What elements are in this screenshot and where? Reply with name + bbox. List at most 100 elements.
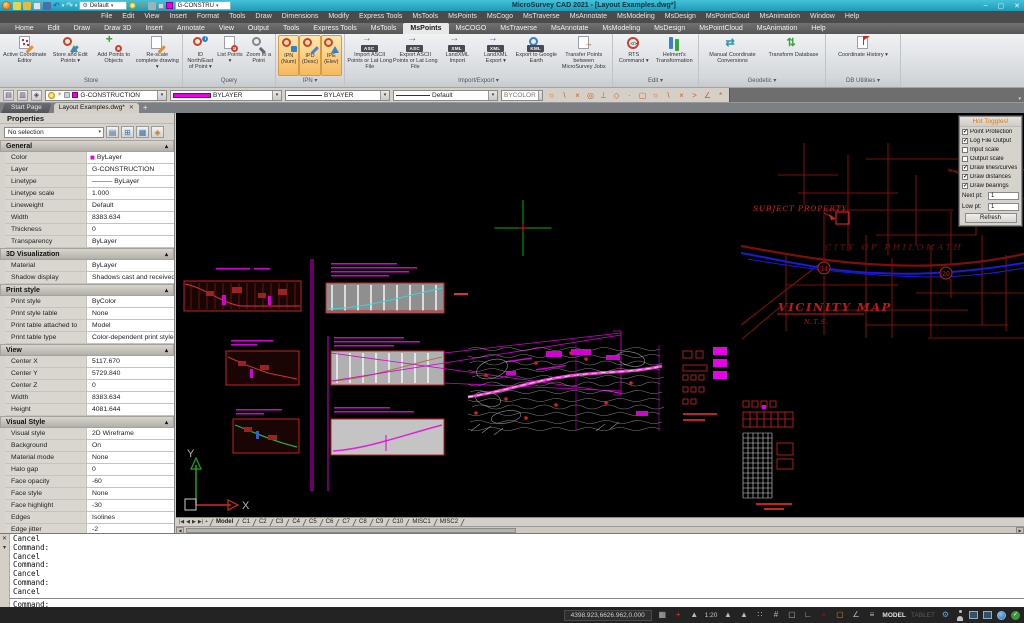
ribbon-tab[interactable]: MsAnnotate	[544, 23, 595, 34]
ribbon-tab[interactable]: Draw 3D	[97, 23, 138, 34]
checkbox[interactable]: ✓	[962, 137, 968, 144]
sun-icon[interactable]: ☀	[138, 1, 145, 10]
tripod-icon[interactable]: ▲	[722, 609, 733, 621]
ipd-desc-button[interactable]: IPD (Desc)	[299, 35, 321, 76]
collapse-icon[interactable]: ▴	[165, 419, 168, 426]
angle-icon[interactable]: ∠	[850, 609, 861, 621]
collapse-icon[interactable]: ▴	[165, 287, 168, 294]
property-row[interactable]: Print style table None	[5, 308, 174, 320]
landxml-export-button[interactable]: → XML LandXML Export ▾	[477, 34, 515, 76]
zoom-to-point-button[interactable]: Zoom to a Point	[245, 35, 273, 76]
checkbox[interactable]	[962, 146, 968, 153]
menu-item[interactable]: Express Tools	[354, 11, 407, 23]
layer-thaw-icon[interactable]: ☀	[57, 92, 62, 98]
property-row[interactable]: Print table type Color-dependent print s…	[5, 332, 174, 344]
group-label-edit[interactable]: Edit ▾	[613, 76, 698, 87]
add-layout-icon[interactable]: +	[205, 518, 208, 526]
lock-icon[interactable]	[157, 2, 164, 9]
layer-manager-icon[interactable]: ▤	[3, 89, 14, 101]
model-space-toggle[interactable]: MODEL	[882, 612, 905, 619]
property-row[interactable]: Background On	[5, 440, 174, 452]
chevron-down-icon[interactable]: ▾	[272, 90, 281, 100]
list-points-button[interactable]: List Points ▾	[216, 35, 244, 76]
toggle-item[interactable]: ✓ Draw bearings	[960, 181, 1021, 190]
scale-readout[interactable]: 1:20	[705, 612, 718, 619]
transfer-points-button[interactable]: → Transfer Points between MicroSurvey Jo…	[558, 35, 610, 76]
snap-perpendicular-icon[interactable]: ⊥	[598, 90, 609, 101]
manual-coordinate-conversions-button[interactable]: ⇄ Manual Coordinate Conversions	[703, 35, 763, 76]
command-history[interactable]: Cancel Command: Cancel Command: Cancel C…	[10, 534, 1024, 598]
chevron-down-icon[interactable]: ▾	[157, 90, 166, 100]
menu-item[interactable]: MsPointCloud	[701, 11, 755, 23]
menu-item[interactable]: Dimensions	[277, 11, 324, 23]
property-row[interactable]: Print style ByColor	[5, 296, 174, 308]
checkbox[interactable]: ✓	[962, 164, 968, 171]
status-ok-icon[interactable]: ✓	[1011, 610, 1020, 620]
close-button[interactable]: ✕	[1014, 2, 1020, 10]
last-tab-icon[interactable]: ▶|	[198, 518, 203, 526]
checkbox[interactable]: ✓	[962, 182, 968, 189]
property-row[interactable]: Width 8383.634	[5, 212, 174, 224]
maximize-button[interactable]: ▢	[998, 2, 1005, 10]
low-point-input[interactable]: 1	[988, 202, 1019, 211]
tripod-add-icon[interactable]: ▲	[738, 609, 749, 621]
id-north-east-button[interactable]: i ID North/East of Point ▾	[185, 35, 215, 76]
menu-item[interactable]: Edit	[117, 11, 139, 23]
toggle-item[interactable]: Output scale	[960, 154, 1021, 163]
section-header[interactable]: General ▴	[0, 140, 174, 152]
chevron-down-icon[interactable]: ▾	[380, 90, 389, 100]
ribbon-tab[interactable]: Output	[241, 23, 276, 34]
open-file-icon[interactable]	[23, 1, 31, 10]
property-row[interactable]: Center Z 0	[5, 380, 174, 392]
group-label-store[interactable]: Store	[0, 76, 182, 87]
ucs-toggle-icon[interactable]: ∟	[802, 609, 813, 621]
snap-midpoint-icon[interactable]: ×	[572, 90, 583, 101]
property-row[interactable]: Shadow display Shadows cast and received	[5, 272, 174, 284]
horizontal-scrollbar[interactable]: ◀ ▶	[176, 526, 1024, 534]
snap-node-icon[interactable]: ·	[624, 90, 635, 101]
landxml-import-button[interactable]: → XML LandXML Import	[438, 34, 476, 76]
title-bar[interactable]: ↶ ▾ ↷ ▾ ⚙ Default ▾ ☀ G-CONSTRU ▾ MicroSur…	[0, 0, 1024, 11]
ribbon-tab[interactable]: MsDesign	[647, 23, 692, 34]
snap-insertion-icon[interactable]: ▢	[637, 90, 648, 101]
property-row[interactable]: Thickness 0	[5, 224, 174, 236]
ribbon-tab[interactable]: Insert	[138, 23, 170, 34]
active-coordinate-editor-button[interactable]: Active Coordinate Editor	[2, 35, 47, 76]
close-icon[interactable]: ✕	[2, 535, 7, 542]
lightbulb-icon[interactable]	[129, 2, 137, 9]
group-label-query[interactable]: Query	[183, 76, 275, 87]
ribbon-tab[interactable]: Home	[8, 23, 41, 34]
collapse-icon[interactable]: ▴	[165, 347, 168, 354]
ribbon-tab[interactable]: Edit	[41, 23, 67, 34]
chevron-down-icon[interactable]: ▾	[537, 90, 542, 100]
layer-states-icon[interactable]: ◈	[31, 89, 42, 101]
property-row[interactable]: Layer G-CONSTRUCTION	[5, 164, 174, 176]
next-tab-icon[interactable]: ▶	[192, 518, 196, 526]
section-header[interactable]: 3D Visualization ▴	[0, 248, 174, 260]
plan-view-icon[interactable]: ▦	[657, 609, 668, 621]
color-combo[interactable]: BYLAYER ▾	[170, 89, 282, 101]
group-label-db-utilities[interactable]: DB Utilities ▾	[826, 76, 900, 87]
ipe-elev-button[interactable]: IPE (Elev)	[320, 35, 342, 76]
drawing-canvas[interactable]: Y X SUBJECT PROPERTY CITY OF PHILOMATH 3…	[176, 113, 1024, 517]
close-icon[interactable]: ✕	[129, 103, 134, 113]
lineweight-combo[interactable]: Default ▾	[393, 89, 498, 101]
snap-circle-icon[interactable]: ○	[546, 90, 557, 101]
workspace-combo[interactable]: ⚙ Default ▾	[79, 1, 128, 10]
printstyle-combo[interactable]: BYCOLOR ▾	[501, 89, 543, 101]
grid-icon[interactable]: #	[770, 609, 781, 621]
snap-quadrant-icon[interactable]: ◇	[611, 90, 622, 101]
tripod-icon[interactable]: ▲	[689, 609, 700, 621]
menu-item[interactable]: MsTraverse	[518, 11, 565, 23]
menu-item[interactable]: Window	[805, 11, 840, 23]
window-cascade-icon[interactable]	[983, 611, 992, 619]
linetype-combo[interactable]: BYLAYER ▾	[285, 89, 390, 101]
ipn-num-button[interactable]: IPN (Num)	[278, 35, 300, 76]
window-layout-icon[interactable]	[969, 611, 978, 619]
group-label-geodetic[interactable]: Geodetic ▾	[699, 76, 825, 87]
property-row[interactable]: Face highlight -30	[5, 500, 174, 512]
new-file-icon[interactable]	[13, 1, 21, 10]
rescale-drawing-button[interactable]: Re-scale complete drawing ▾	[135, 35, 180, 76]
menu-item[interactable]: Format	[192, 11, 224, 23]
toggle-pickadd-icon[interactable]: ▦	[136, 126, 149, 138]
